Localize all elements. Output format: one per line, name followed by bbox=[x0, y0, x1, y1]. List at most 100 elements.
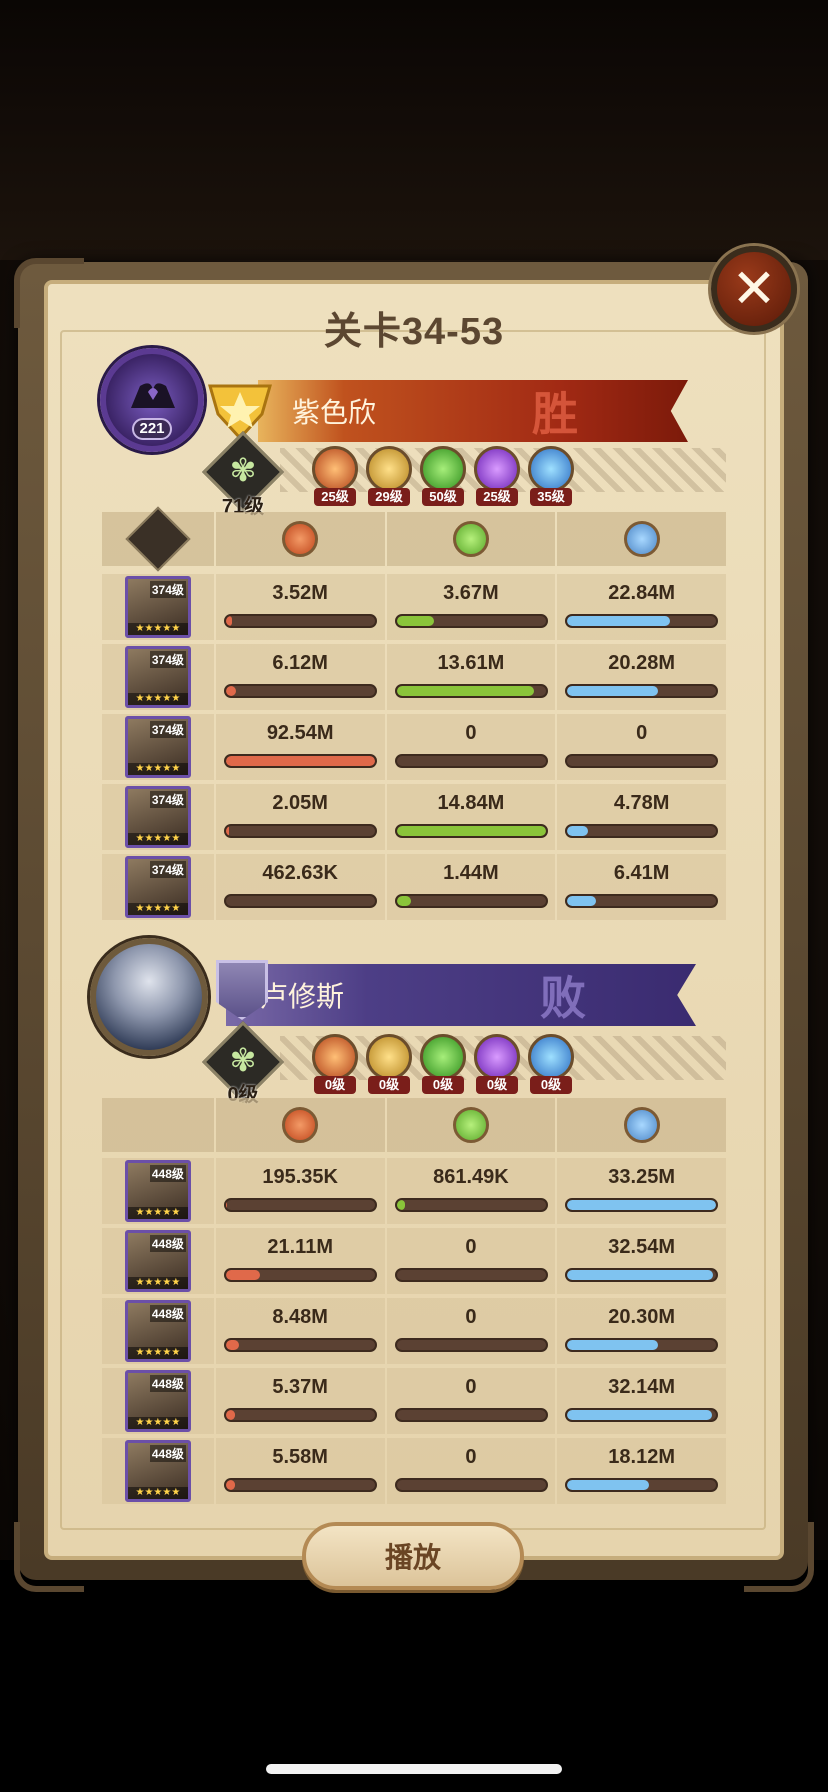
hero-level: 374级 bbox=[149, 581, 186, 598]
defense-bar bbox=[565, 684, 719, 698]
hero-stars: ★★★★★ bbox=[127, 693, 188, 705]
hero-row[interactable]: 448级 ★★★★★ 21.11M 0 32.54M bbox=[102, 1228, 727, 1294]
lightbearer-icon bbox=[312, 446, 358, 492]
defense-cell: 33.25M bbox=[557, 1158, 727, 1224]
victory-label: 胜 bbox=[532, 388, 578, 440]
hero-row[interactable]: 448级 ★★★★★ 5.37M 0 32.14M bbox=[102, 1368, 727, 1434]
team1-stats-header bbox=[102, 506, 727, 572]
team2-banner: 卢修斯 败 bbox=[226, 964, 696, 1026]
hero-row[interactable]: 374级 ★★★★★ 462.63K 1.44M 6.41M bbox=[102, 854, 727, 920]
hero-portrait[interactable]: 448级 ★★★★★ bbox=[124, 1160, 191, 1222]
hero-row[interactable]: 374级 ★★★★★ 3.52M 3.67M 22.84M bbox=[102, 574, 727, 640]
heal-icon bbox=[452, 521, 489, 557]
hero-level: 448级 bbox=[149, 1445, 186, 1462]
damage-bar-fill bbox=[225, 1340, 240, 1350]
damage-bar-fill bbox=[225, 1480, 235, 1490]
hero-stars: ★★★★★ bbox=[127, 1277, 188, 1289]
hero-level: 374级 bbox=[149, 651, 186, 668]
hero-stars: ★★★★★ bbox=[127, 833, 188, 845]
damage-cell: 2.05M bbox=[215, 784, 385, 850]
heal-bar bbox=[394, 1408, 548, 1422]
hero-row[interactable]: 374级 ★★★★★ 2.05M 14.84M 4.78M bbox=[102, 784, 727, 850]
heal-value: 0 bbox=[465, 1236, 477, 1258]
hero-portrait[interactable]: 374级 ★★★★★ bbox=[124, 856, 191, 918]
hero-portrait[interactable]: 448级 ★★★★★ bbox=[124, 1230, 191, 1292]
hero-level: 374级 bbox=[149, 861, 186, 878]
damage-value: 6.12M bbox=[272, 652, 328, 674]
heal-bar-fill bbox=[396, 896, 412, 906]
tree-icon: ✾ bbox=[229, 452, 257, 488]
damage-bar-fill bbox=[225, 756, 375, 766]
hero-portrait[interactable]: 448级 ★★★★★ bbox=[124, 1300, 191, 1362]
hero-row[interactable]: 374级 ★★★★★ 6.12M 13.61M 20.28M bbox=[102, 644, 727, 710]
defense-cell: 20.28M bbox=[557, 644, 727, 710]
heal-icon bbox=[452, 1107, 489, 1143]
heal-cell: 0 bbox=[386, 1368, 556, 1434]
hero-row[interactable]: 448级 ★★★★★ 195.35K 861.49K 33.25M bbox=[102, 1158, 727, 1224]
heal-bar bbox=[394, 614, 548, 628]
defense-bar bbox=[565, 1268, 719, 1282]
hero-level: 448级 bbox=[149, 1375, 186, 1392]
heal-bar-fill bbox=[396, 1200, 406, 1210]
damage-bar bbox=[223, 1268, 377, 1282]
damage-bar bbox=[223, 684, 377, 698]
damage-bar bbox=[223, 1408, 377, 1422]
defense-value: 18.12M bbox=[608, 1446, 675, 1468]
faction-mauler: 0级 bbox=[366, 1034, 412, 1094]
battle-log-icon[interactable] bbox=[125, 506, 191, 572]
team2-faction-row: 0级 0级 0级 0级 0级 bbox=[312, 1034, 574, 1094]
defense-cell: 0 bbox=[557, 714, 727, 780]
play-button[interactable]: 播放 bbox=[302, 1522, 524, 1590]
faction-graveborn: 0级 bbox=[474, 1034, 520, 1094]
home-indicator[interactable] bbox=[266, 1764, 562, 1774]
hero-stars: ★★★★★ bbox=[127, 903, 188, 915]
damage-value: 8.48M bbox=[272, 1306, 328, 1328]
faction-celestial: 0级 bbox=[528, 1034, 574, 1094]
team1-faction-row: 25级 29级 50级 25级 35级 bbox=[312, 446, 574, 506]
mauler-icon bbox=[366, 1034, 412, 1080]
hero-row[interactable]: 448级 ★★★★★ 5.58M 0 18.12M bbox=[102, 1438, 727, 1504]
hero-level: 374级 bbox=[149, 791, 186, 808]
defense-bar bbox=[565, 614, 719, 628]
heal-value: 13.61M bbox=[437, 652, 505, 674]
hero-portrait[interactable]: 448级 ★★★★★ bbox=[124, 1440, 191, 1502]
faction-wilder: 50级 bbox=[420, 446, 466, 506]
stage-title: 关卡34-53 bbox=[323, 311, 505, 353]
heal-cell: 0 bbox=[386, 1298, 556, 1364]
defense-bar-fill bbox=[567, 616, 671, 626]
defense-cell: 20.30M bbox=[557, 1298, 727, 1364]
hero-row[interactable]: 448级 ★★★★★ 8.48M 0 20.30M bbox=[102, 1298, 727, 1364]
defense-value: 0 bbox=[636, 722, 648, 744]
defense-value: 32.54M bbox=[608, 1236, 675, 1258]
player2-avatar[interactable] bbox=[90, 938, 208, 1056]
faction-lightbearer: 0级 bbox=[312, 1034, 358, 1094]
hero-row[interactable]: 374级 ★★★★★ 92.54M 0 0 bbox=[102, 714, 727, 780]
damage-bar bbox=[223, 1198, 377, 1212]
heal-bar bbox=[394, 1478, 548, 1492]
defense-value: 4.78M bbox=[613, 792, 670, 814]
defense-value: 22.84M bbox=[608, 582, 675, 604]
damage-bar-fill bbox=[225, 1410, 235, 1420]
defense-bar-fill bbox=[567, 1200, 717, 1210]
hero-stars: ★★★★★ bbox=[127, 623, 188, 635]
hero-stars: ★★★★★ bbox=[127, 763, 188, 775]
wilder-icon bbox=[420, 446, 466, 492]
hero-portrait[interactable]: 448级 ★★★★★ bbox=[124, 1370, 191, 1432]
hero-portrait[interactable]: 374级 ★★★★★ bbox=[124, 716, 191, 778]
faction-lightbearer: 25级 bbox=[312, 446, 358, 506]
hero-portrait[interactable]: 374级 ★★★★★ bbox=[124, 786, 191, 848]
damage-bar bbox=[223, 754, 377, 768]
damage-icon bbox=[282, 521, 319, 557]
background-bottom bbox=[0, 1560, 828, 1792]
team1-banner: 紫色欣 胜 bbox=[258, 380, 688, 442]
faction-graveborn: 25级 bbox=[474, 446, 520, 506]
hero-portrait[interactable]: 374级 ★★★★★ bbox=[124, 576, 191, 638]
defense-cell: 6.41M bbox=[557, 854, 727, 920]
graveborn-icon bbox=[474, 1034, 520, 1080]
defense-cell: 32.14M bbox=[557, 1368, 727, 1434]
defense-cell: 18.12M bbox=[557, 1438, 727, 1504]
hero-stars: ★★★★★ bbox=[127, 1207, 188, 1219]
heart-hands-icon bbox=[131, 383, 175, 408]
lightbearer-icon bbox=[312, 1034, 358, 1080]
hero-portrait[interactable]: 374级 ★★★★★ bbox=[124, 646, 191, 708]
